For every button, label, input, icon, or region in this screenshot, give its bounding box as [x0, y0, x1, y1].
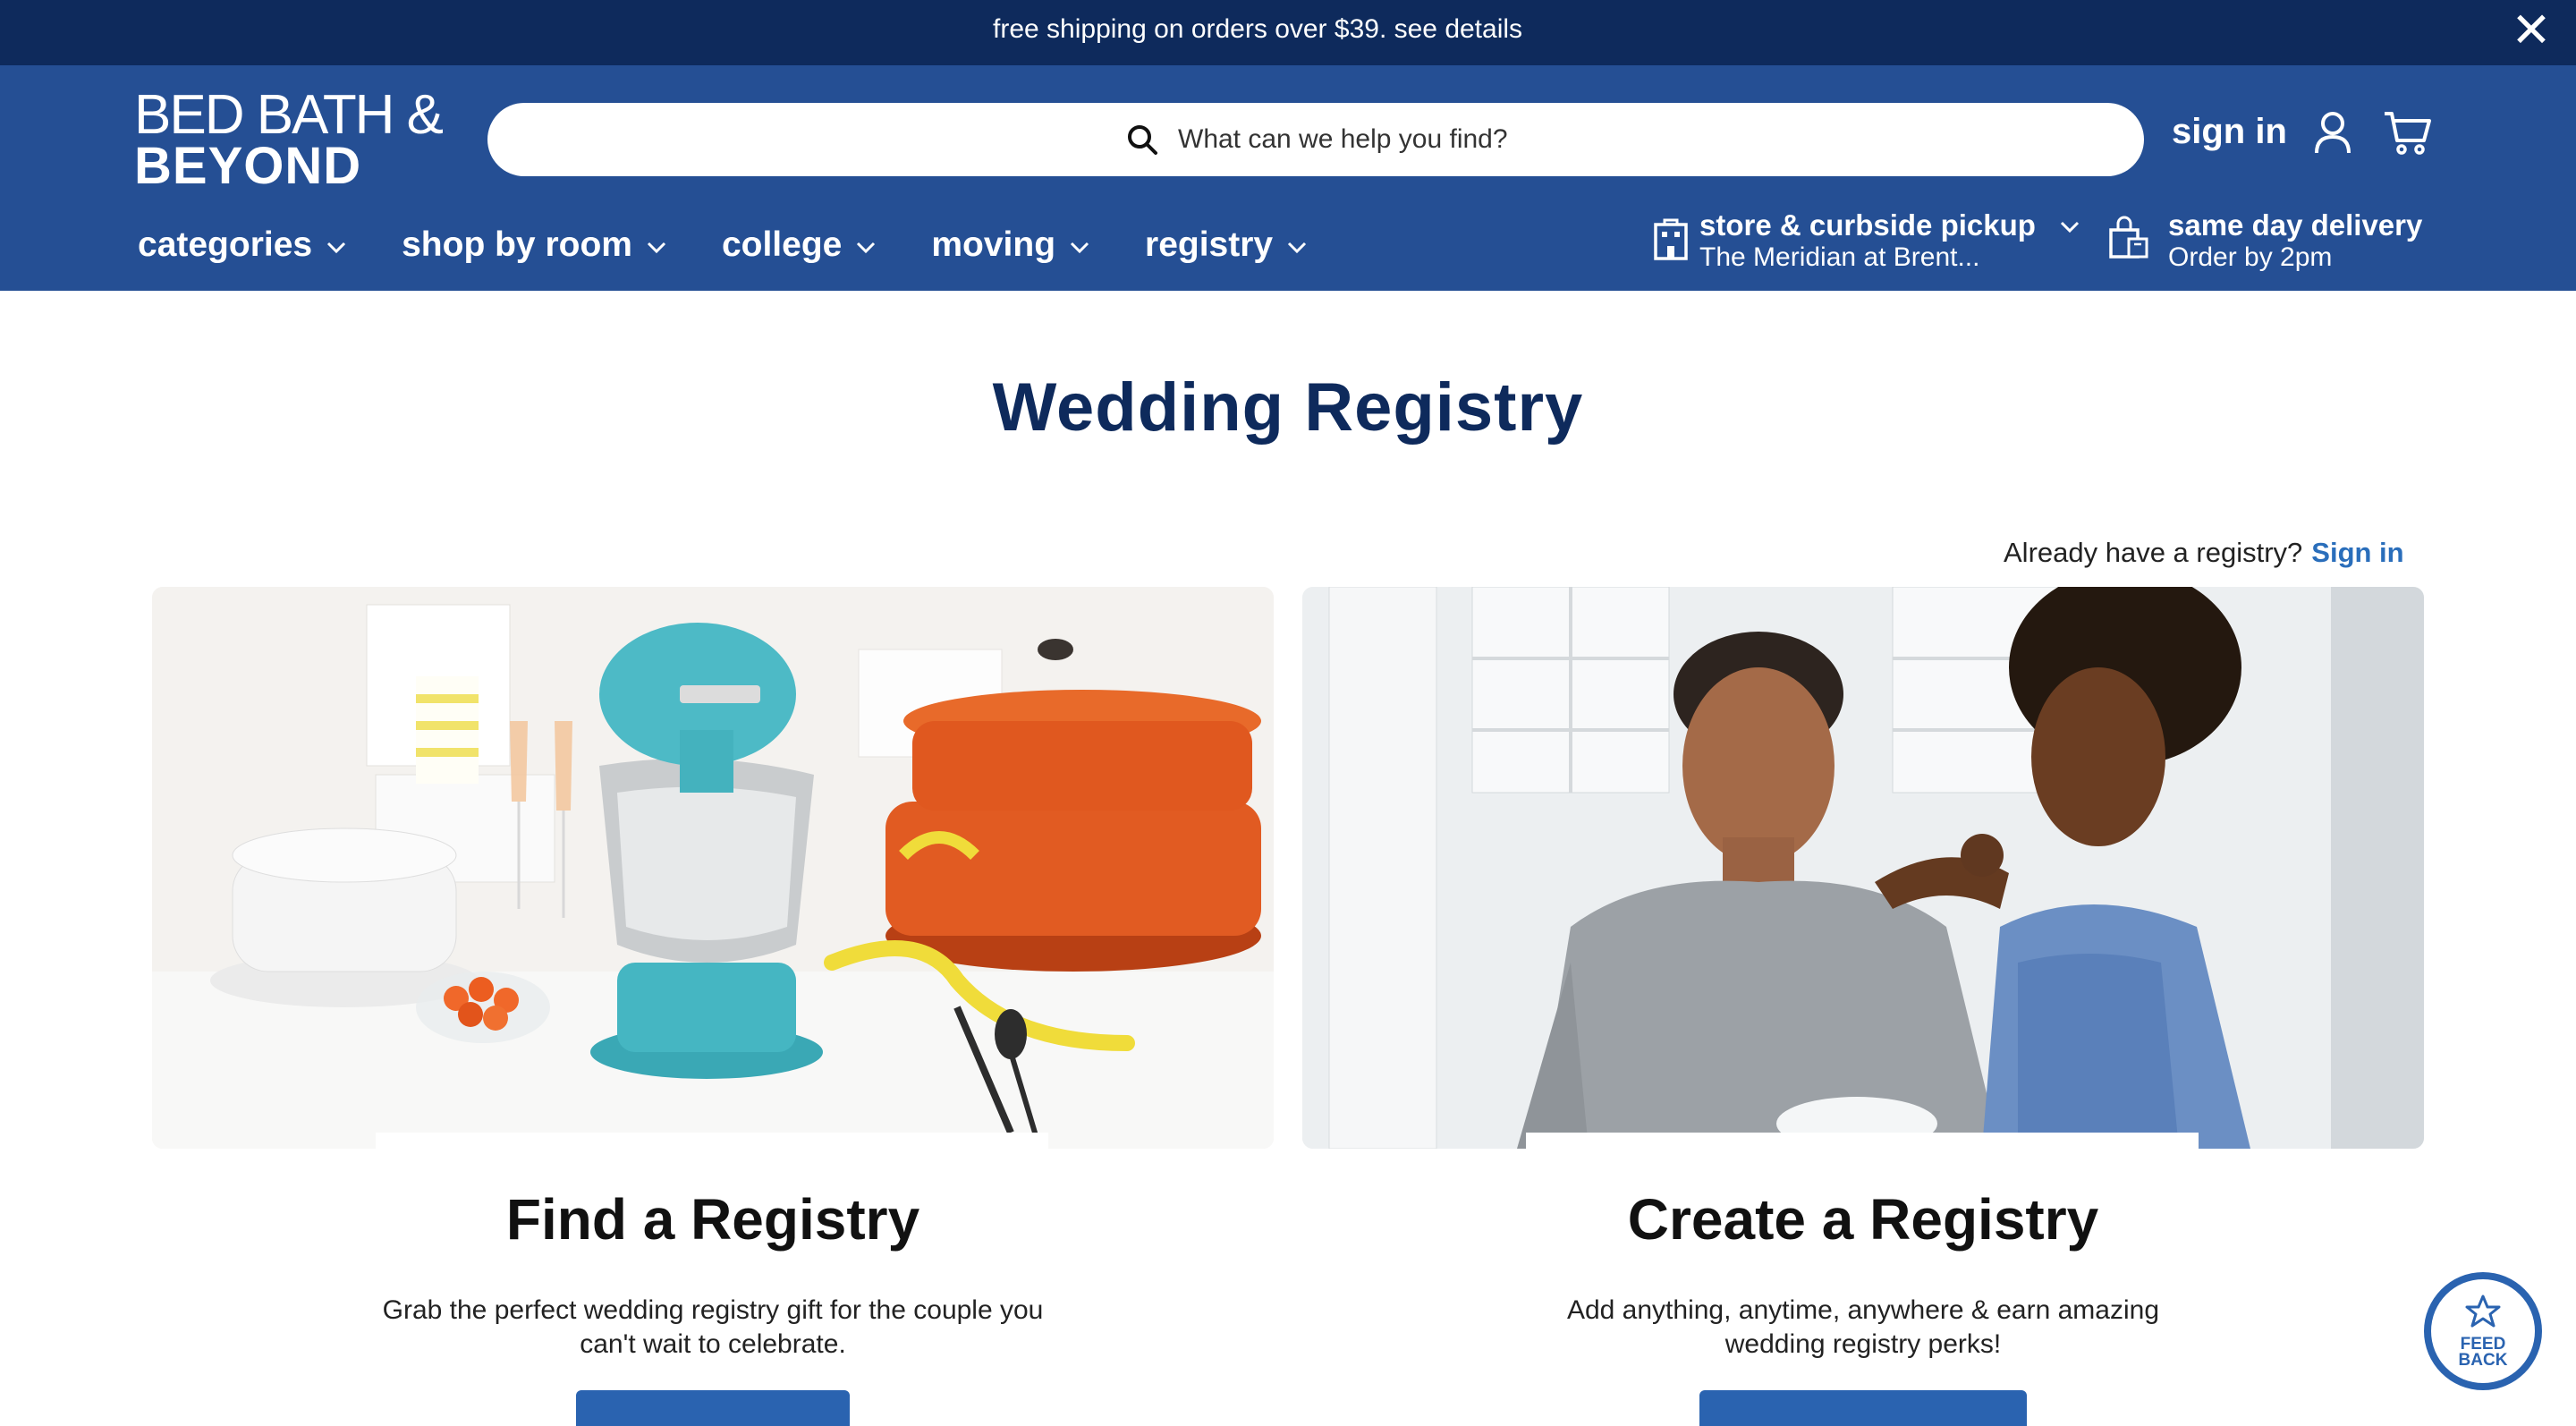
- chevron-down-icon: [647, 242, 666, 254]
- delivery-subtitle: Order by 2pm: [2168, 242, 2333, 272]
- nav-item-shop-by-room[interactable]: shop by room: [402, 223, 666, 267]
- store-title: store & curbside pickup: [1699, 208, 2036, 242]
- feedback-button[interactable]: FEED BACK: [2424, 1272, 2542, 1390]
- nav-item-label: categories: [138, 225, 313, 264]
- same-day-delivery[interactable]: same day delivery Order by 2pm: [2107, 208, 2447, 280]
- delivery-title: same day delivery: [2168, 208, 2423, 242]
- store-icon: [1654, 218, 1688, 260]
- create-registry-description: Add anything, anytime, anywhere & earn a…: [1566, 1295, 2160, 1359]
- search-icon[interactable]: [1124, 122, 1160, 157]
- search-bar[interactable]: [487, 103, 2144, 176]
- cart-icon[interactable]: [2383, 110, 2433, 157]
- feedback-line-2: BACK: [2458, 1351, 2508, 1370]
- nav-item-label: moving: [931, 225, 1056, 264]
- registry-sign-in-link[interactable]: Sign in: [2311, 537, 2403, 568]
- logo[interactable]: BED BATH & BEYOND: [134, 84, 444, 192]
- main-nav: categories shop by room college moving r…: [138, 223, 1362, 267]
- shopping-bag-icon: [2109, 216, 2148, 259]
- nav-item-label: registry: [1145, 225, 1274, 264]
- image-notch: [376, 1133, 1048, 1149]
- couple-illustration: [1302, 587, 2424, 1149]
- chevron-down-icon: [1070, 242, 1089, 254]
- store-pickup-selector[interactable]: store & curbside pickup The Meridian at …: [1653, 208, 2091, 280]
- nav-item-label: shop by room: [402, 225, 632, 264]
- user-icon[interactable]: [2313, 110, 2352, 155]
- nav-item-moving[interactable]: moving: [931, 223, 1089, 267]
- search-input[interactable]: [1176, 116, 1985, 163]
- nav-item-college[interactable]: college: [722, 223, 876, 267]
- create-registry-button[interactable]: [1699, 1390, 2027, 1426]
- already-registry-prompt: Already have a registry? Sign in: [2004, 537, 2404, 569]
- chevron-down-icon: [857, 242, 876, 254]
- already-registry-text: Already have a registry?: [2004, 537, 2303, 568]
- find-registry-button[interactable]: [576, 1390, 850, 1426]
- site-header: BED BATH & BEYOND sign in categories sho…: [0, 65, 2576, 291]
- find-registry-title: Find a Registry: [505, 1187, 920, 1252]
- nav-item-label: college: [721, 225, 843, 264]
- chevron-down-icon: [1288, 242, 1307, 254]
- logo-line-2: BEYOND: [134, 137, 362, 195]
- promo-banner: free shipping on orders over $39. see de…: [0, 0, 2576, 65]
- close-icon[interactable]: ✕: [2508, 6, 2555, 55]
- image-notch: [1526, 1133, 2199, 1149]
- promo-text[interactable]: free shipping on orders over $39. see de…: [993, 14, 1522, 45]
- create-registry-title: Create a Registry: [1627, 1187, 2099, 1252]
- store-name: The Meridian at Brent...: [1699, 242, 1980, 272]
- kitchen-products-illustration: [152, 587, 1274, 1149]
- feedback-label: FEED BACK: [2431, 1336, 2535, 1370]
- page-title: Wedding Registry: [992, 369, 1584, 446]
- nav-item-categories[interactable]: categories: [138, 223, 346, 267]
- nav-item-registry[interactable]: registry: [1145, 223, 1307, 267]
- chevron-down-icon: [2060, 221, 2080, 233]
- find-registry-description: Grab the perfect wedding registry gift f…: [382, 1295, 1044, 1359]
- star-icon: [2465, 1294, 2501, 1328]
- find-registry-image[interactable]: [152, 587, 1274, 1149]
- feedback-badge: FEED BACK: [2431, 1279, 2535, 1383]
- chevron-down-icon: [327, 242, 346, 254]
- sign-in-link[interactable]: sign in: [2172, 112, 2287, 152]
- create-registry-image[interactable]: [1302, 587, 2424, 1149]
- logo-line-1: BED BATH &: [134, 84, 444, 146]
